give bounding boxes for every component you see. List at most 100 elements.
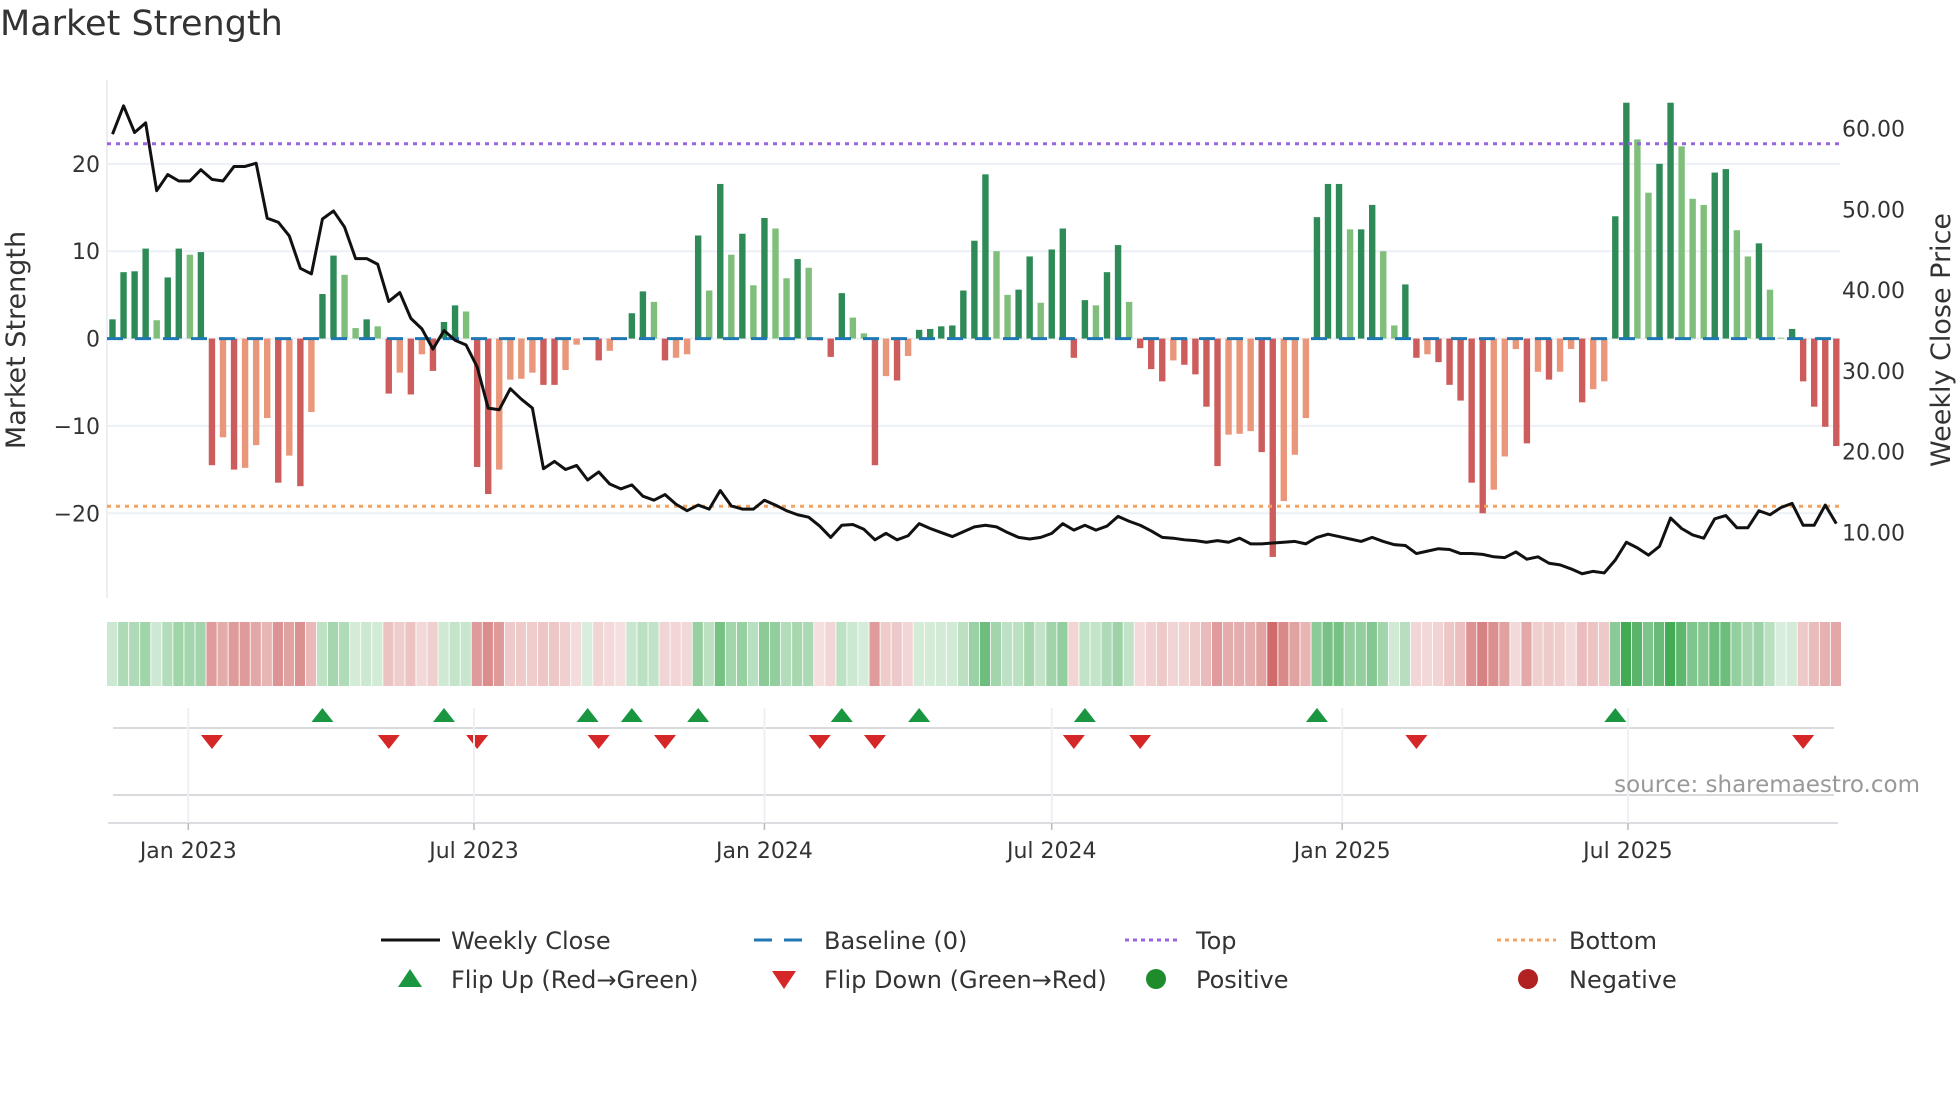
strength-bar <box>120 272 127 339</box>
strength-bar <box>485 338 492 495</box>
heat-cell <box>1455 622 1466 686</box>
heat-cell <box>1598 622 1609 686</box>
strength-bar <box>142 248 149 339</box>
flip-up-marker <box>311 708 334 722</box>
heat-cell <box>515 622 527 686</box>
strength-bar <box>772 228 779 339</box>
heat-cell <box>1499 622 1510 686</box>
strength-bar <box>275 338 282 483</box>
flip-down-marker <box>587 735 610 749</box>
strength-bar <box>783 278 790 339</box>
strength-bar <box>1744 256 1752 339</box>
y2-tick-label: 40.00 <box>1842 279 1905 304</box>
y2-tick-label: 30.00 <box>1842 360 1905 385</box>
legend-negative: Negative <box>1569 966 1677 994</box>
strength-bar <box>1612 216 1619 339</box>
flip-up-marker <box>1073 708 1096 722</box>
strength-bar <box>109 319 116 339</box>
heat-cell <box>1609 622 1620 686</box>
strength-bar <box>650 301 658 339</box>
x-tick-label: Jan 2024 <box>714 839 813 864</box>
flip-up-marker <box>433 708 455 722</box>
strength-bar <box>1799 338 1807 382</box>
strength-bar <box>1623 102 1630 339</box>
heat-cell <box>1388 622 1399 686</box>
y-tick-label: −20 <box>54 502 100 527</box>
heat-cell <box>1344 622 1355 686</box>
strength-bar <box>252 338 260 446</box>
strength-bar <box>1324 183 1332 339</box>
strength-bar <box>1523 338 1531 444</box>
strength-bar <box>1678 146 1685 339</box>
heat-cell <box>339 622 350 686</box>
strength-bar <box>451 305 459 339</box>
heat-cell <box>1256 622 1267 686</box>
heat-cell <box>1488 622 1499 686</box>
heat-cell <box>305 622 317 686</box>
heat-cell <box>1223 622 1234 686</box>
heat-cell <box>792 622 803 686</box>
strength-bar <box>1192 338 1199 375</box>
heat-cell <box>1366 622 1377 686</box>
strength-bar <box>1402 284 1409 339</box>
legend-flip-down: Flip Down (Green→Red) <box>824 966 1107 994</box>
heat-cell <box>1167 622 1178 686</box>
flip-down-marker <box>808 735 831 749</box>
strength-bar <box>1369 204 1376 339</box>
strength-bar <box>882 338 890 377</box>
strength-bar <box>1468 338 1475 483</box>
heat-cell <box>803 622 814 686</box>
heat-cell <box>228 622 239 686</box>
heat-cell <box>858 622 869 686</box>
heat-cell <box>438 622 449 686</box>
strength-bar <box>949 325 956 339</box>
heat-cell <box>361 622 372 686</box>
strength-bar <box>1103 272 1111 339</box>
heat-cell <box>1687 622 1698 686</box>
strength-bar <box>1048 249 1055 339</box>
heat-cell <box>283 622 294 686</box>
strength-bar <box>518 338 525 379</box>
strength-bar <box>308 338 315 412</box>
strength-bar <box>1335 183 1343 339</box>
strength-bar <box>219 338 227 438</box>
strength-bar <box>1291 338 1299 455</box>
heat-cell <box>626 622 637 686</box>
heat-cell <box>1311 622 1322 686</box>
heat-cell <box>1024 622 1035 686</box>
heat-cell <box>736 622 748 686</box>
heat-cell <box>1654 622 1665 686</box>
y2-tick-label: 60.00 <box>1842 117 1905 142</box>
heat-cell <box>316 622 328 686</box>
strength-bar <box>1634 139 1641 339</box>
heat-cell <box>670 622 681 686</box>
heat-cell <box>1764 622 1775 686</box>
legend-weekly-close: Weekly Close <box>451 927 611 955</box>
heat-cell <box>1057 622 1068 686</box>
heat-cell <box>836 622 847 686</box>
heat-cell <box>659 622 670 686</box>
strength-bar <box>1136 338 1144 349</box>
heat-cell <box>1565 622 1576 686</box>
strength-bar <box>1766 289 1774 339</box>
strength-bar <box>849 317 857 339</box>
heat-cell <box>1410 622 1422 686</box>
heat-cell <box>449 622 460 686</box>
heat-cell <box>703 622 714 686</box>
heat-cell <box>814 622 825 686</box>
y2-tick-label: 20.00 <box>1842 441 1905 466</box>
strength-bar <box>1722 169 1729 339</box>
heat-cell <box>427 622 438 686</box>
heat-cell <box>151 622 162 686</box>
heat-cell <box>1035 622 1046 686</box>
strength-bar <box>1479 338 1486 514</box>
heat-cell <box>1123 622 1134 686</box>
strength-bar <box>551 338 558 385</box>
heat-cell <box>1189 622 1201 686</box>
strength-bar <box>330 255 337 339</box>
heat-cell <box>140 622 151 686</box>
strength-bar <box>175 248 182 339</box>
strength-bar <box>1545 338 1553 380</box>
heat-cell <box>957 622 969 686</box>
strength-bar <box>1159 338 1166 382</box>
